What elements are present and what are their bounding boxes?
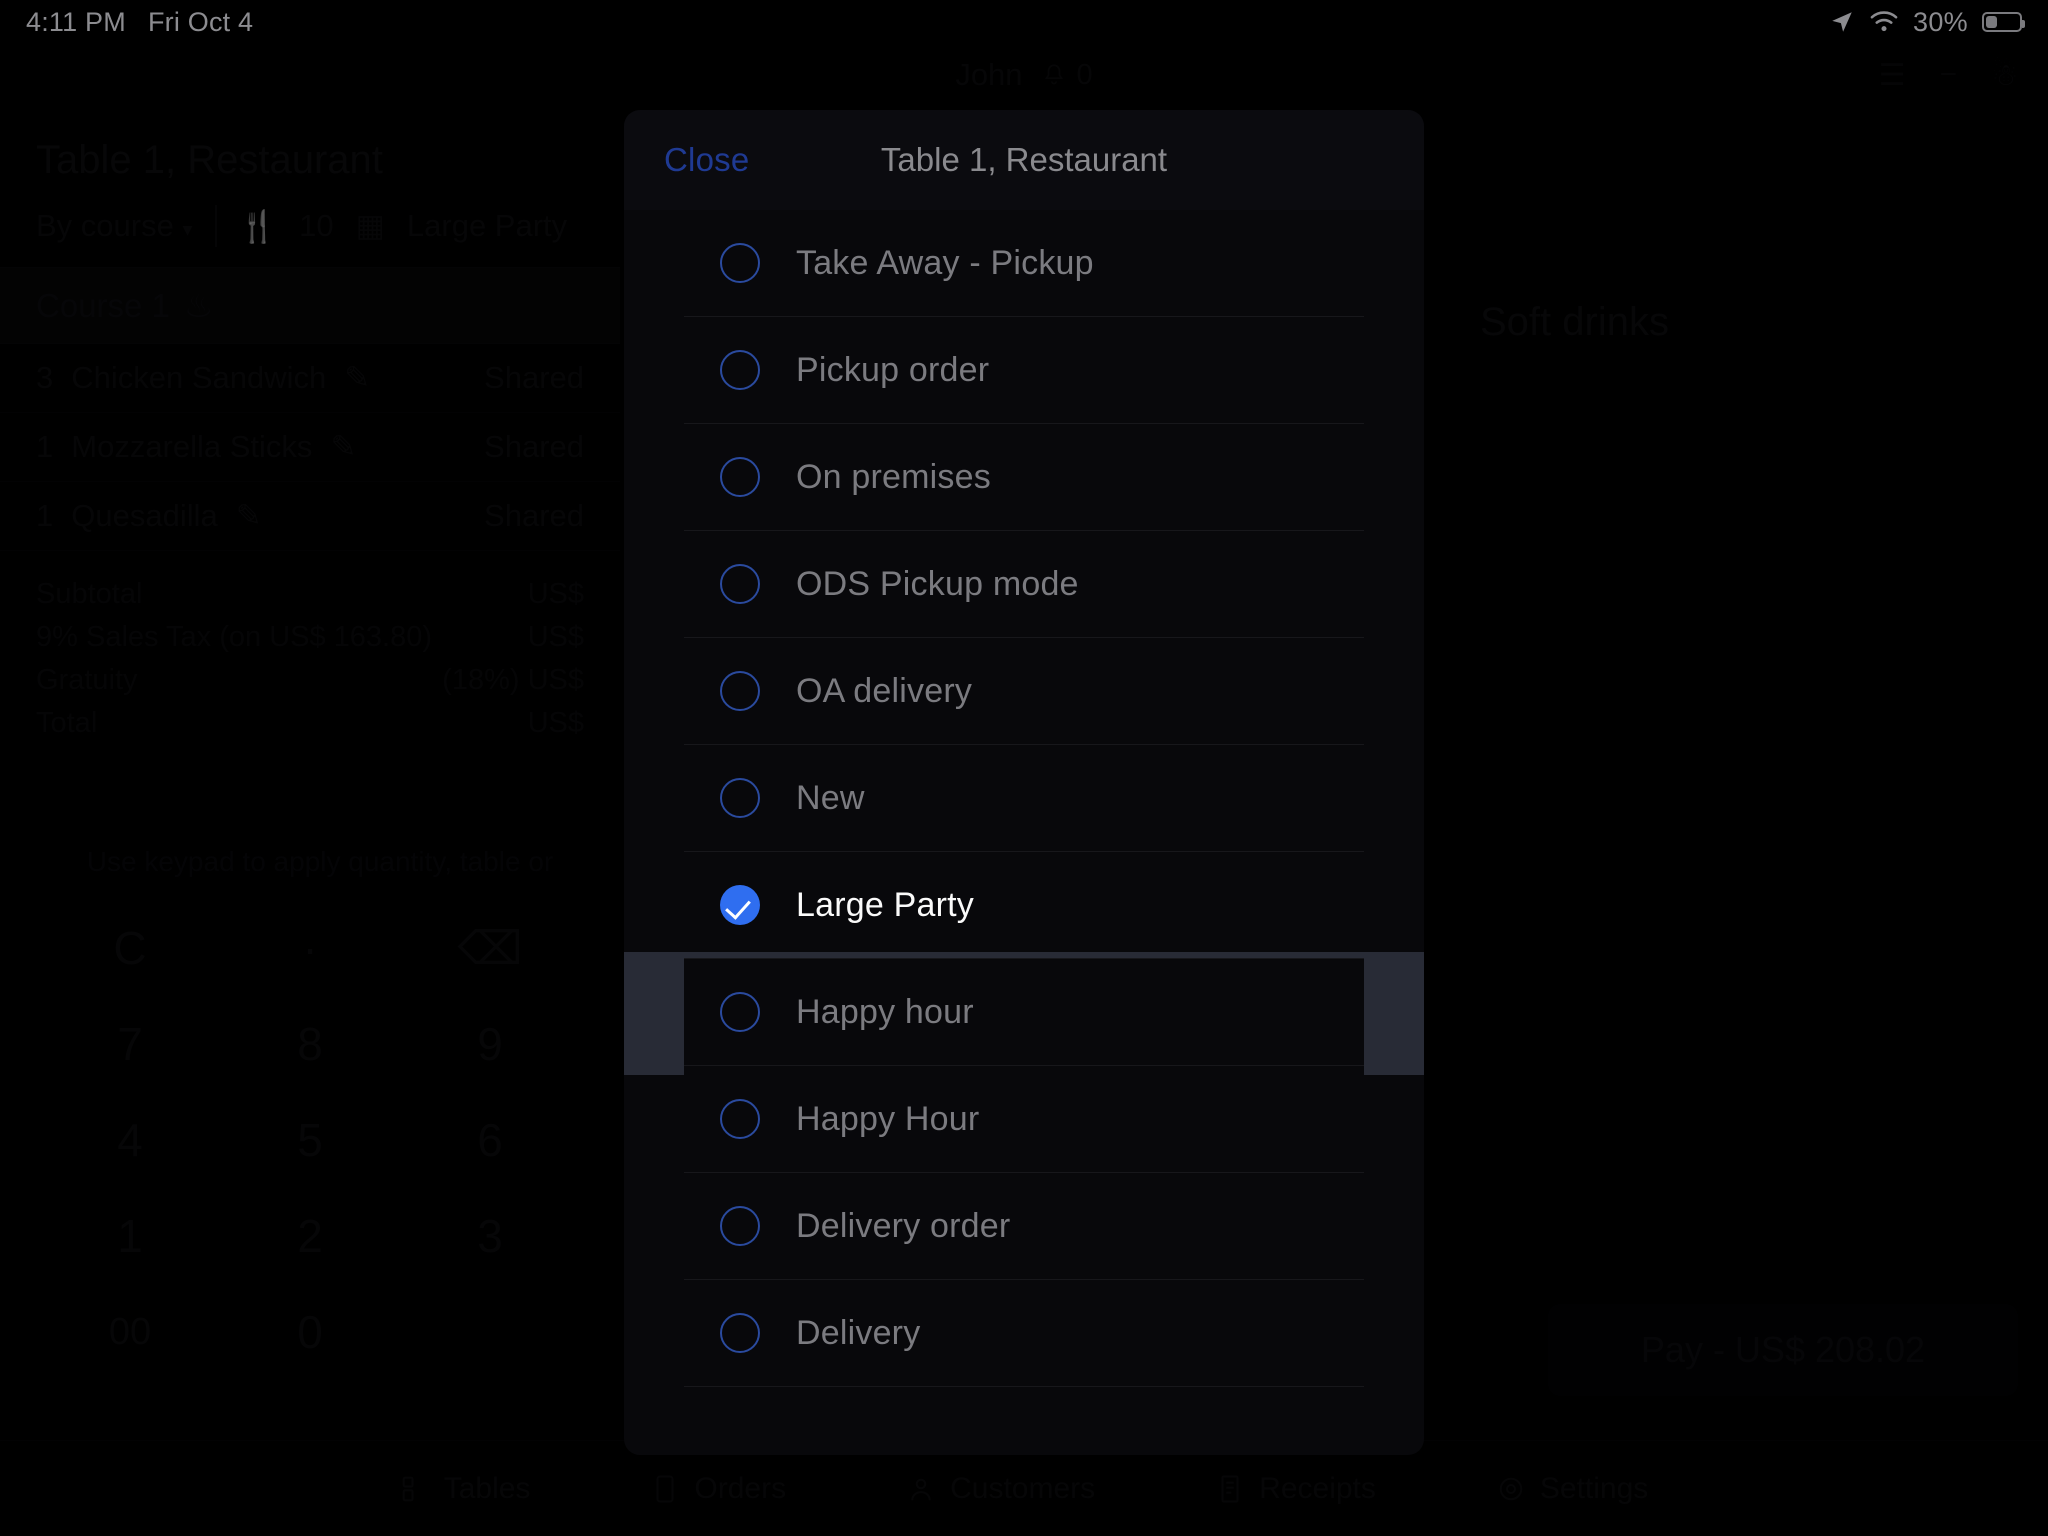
order-type-option[interactable]: On premises [684, 424, 1364, 531]
screen: John 0 ☰ − ☃ Table 1, Restaurant By cour… [0, 0, 2048, 1536]
order-type-option[interactable]: Pickup order [684, 317, 1364, 424]
status-date: Fri Oct 4 [147, 6, 254, 37]
order-type-option-label: New [796, 778, 865, 817]
modal-body: Take Away - Pickup Pickup order On premise… [624, 210, 1424, 1455]
radio-unchecked-icon[interactable] [720, 671, 760, 711]
order-type-option[interactable]: Happy hour [684, 959, 1364, 1066]
order-type-option-label: ODS Pickup mode [796, 564, 1079, 603]
status-time: 4:11 PM [26, 6, 126, 37]
order-type-option[interactable]: Delivery order [684, 1173, 1364, 1280]
order-type-option[interactable]: ODS Pickup mode [684, 531, 1364, 638]
radio-unchecked-icon[interactable] [720, 1206, 760, 1246]
radio-unchecked-icon[interactable] [720, 564, 760, 604]
radio-checked-icon[interactable] [720, 885, 760, 925]
order-type-option-label: Delivery [796, 1313, 921, 1352]
status-bar-left: 4:11 PM Fri Oct 4 [26, 7, 253, 38]
battery-icon [1982, 12, 2025, 32]
radio-unchecked-icon[interactable] [720, 1313, 760, 1353]
order-type-option-label: Pickup order [796, 350, 990, 389]
order-type-option-label: Large Party [796, 885, 974, 924]
order-type-option-label: Take Away - Pickup [796, 243, 1094, 282]
battery-percent: 30% [1913, 6, 1968, 37]
radio-unchecked-icon[interactable] [720, 778, 760, 818]
radio-unchecked-icon[interactable] [720, 457, 760, 497]
order-type-option-label: OA delivery [796, 671, 973, 710]
order-type-option[interactable]: Happy Hour [684, 1066, 1364, 1173]
modal-header: Close Table 1, Restaurant [624, 110, 1424, 210]
order-type-option[interactable]: Delivery [684, 1280, 1364, 1387]
radio-unchecked-icon[interactable] [720, 1099, 760, 1139]
order-type-option-list: Take Away - Pickup Pickup order On premise… [684, 210, 1364, 1387]
order-type-option[interactable]: OA delivery [684, 638, 1364, 745]
order-type-option-label: Happy Hour [796, 1099, 980, 1138]
status-bar-right: 30% [1829, 6, 2025, 38]
close-button[interactable]: Close [664, 141, 749, 179]
order-type-modal: Close Table 1, Restaurant Take Away - Pi… [624, 110, 1424, 1455]
radio-unchecked-icon[interactable] [720, 243, 760, 283]
order-type-option-label: On premises [796, 457, 991, 496]
order-type-option[interactable]: New [684, 745, 1364, 852]
location-arrow-icon [1832, 12, 1852, 32]
radio-unchecked-icon[interactable] [720, 992, 760, 1032]
order-type-option[interactable]: Take Away - Pickup [684, 210, 1364, 317]
status-bar: 4:11 PM Fri Oct 4 30% [0, 0, 2048, 44]
order-type-option-label: Delivery order [796, 1206, 1011, 1245]
order-type-option-label: Happy hour [796, 992, 974, 1031]
order-type-option[interactable]: Large Party [684, 852, 1364, 959]
radio-unchecked-icon[interactable] [720, 350, 760, 390]
wifi-icon [1870, 11, 1898, 32]
